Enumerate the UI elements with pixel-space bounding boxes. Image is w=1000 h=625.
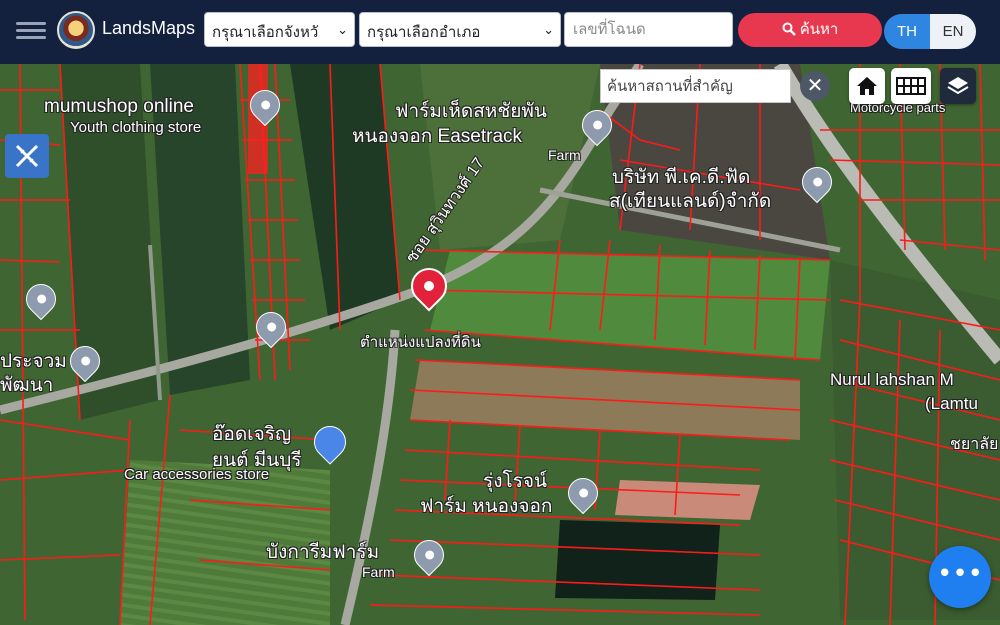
lang-en-button[interactable]: EN xyxy=(930,14,976,49)
map-canvas[interactable]: mumushop online Youth clothing store ฟาร… xyxy=(0,64,1000,625)
top-navbar: LandsMaps กรุณาเลือกจังหวั ⌄ กรุณาเลือกอ… xyxy=(0,0,1000,64)
ruler-icon xyxy=(15,144,39,168)
map-label-nurul-3: ชยาลัย xyxy=(950,436,999,453)
province-select-value: กรุณาเลือกจังหวั xyxy=(212,24,319,41)
map-label-bangkarim-1[interactable]: บังการีมฟาร์ม xyxy=(266,537,379,567)
clear-search-button[interactable]: ✕ xyxy=(800,71,830,101)
chevron-down-icon: ⌄ xyxy=(543,22,554,37)
search-icon xyxy=(782,22,796,36)
place-search-input[interactable] xyxy=(600,69,791,103)
brand-name[interactable]: LandsMaps xyxy=(102,18,195,39)
map-label-nurul-1[interactable]: Nurul lahshan M xyxy=(830,370,954,390)
search-button[interactable]: ค้นหา xyxy=(738,13,882,47)
map-label-parcel-position: ตำแหน่งแปลงที่ดิน xyxy=(360,334,481,351)
layers-icon xyxy=(947,77,969,95)
site-logo[interactable] xyxy=(57,11,95,49)
home-icon xyxy=(857,77,877,95)
district-select[interactable]: กรุณาเลือกอำเภอ ⌄ xyxy=(359,12,561,47)
lang-th-button[interactable]: TH xyxy=(884,14,930,49)
more-options-fab[interactable]: ••• xyxy=(929,546,991,608)
district-select-value: กรุณาเลือกอำเภอ xyxy=(367,24,481,41)
layers-button[interactable] xyxy=(940,68,976,104)
map-label-mumushop[interactable]: mumushop online xyxy=(44,96,194,118)
map-label-farm-2[interactable]: หนองจอก Easetrack xyxy=(352,121,522,151)
grid-icon xyxy=(896,77,926,95)
map-label-company-2[interactable]: ส(เทียนแลนด์)จำกัด xyxy=(609,186,771,216)
deed-number-input[interactable] xyxy=(564,12,733,47)
map-label-nurul-2[interactable]: (Lamtu xyxy=(925,394,978,414)
hamburger-menu-icon[interactable] xyxy=(16,18,46,44)
language-toggle: TH EN xyxy=(884,14,976,49)
map-label-left-2[interactable]: พัฒนา xyxy=(0,370,53,400)
map-label-farm-sub: Farm xyxy=(548,147,581,163)
map-label-rungrot-2[interactable]: ฟาร์ม หนองจอก xyxy=(420,491,552,521)
map-label-autocare-sub: Car accessories store xyxy=(124,466,270,483)
home-button[interactable] xyxy=(849,68,885,104)
parcel-grid-button[interactable] xyxy=(891,68,931,104)
province-select[interactable]: กรุณาเลือกจังหวั ⌄ xyxy=(204,12,355,47)
chevron-down-icon: ⌄ xyxy=(337,22,348,37)
measure-tool-button[interactable] xyxy=(5,134,49,178)
map-label-bangkarim-sub: Farm xyxy=(362,564,395,580)
search-button-label: ค้นหา xyxy=(799,21,839,38)
map-label-mumushop-sub: Youth clothing store xyxy=(70,119,202,136)
